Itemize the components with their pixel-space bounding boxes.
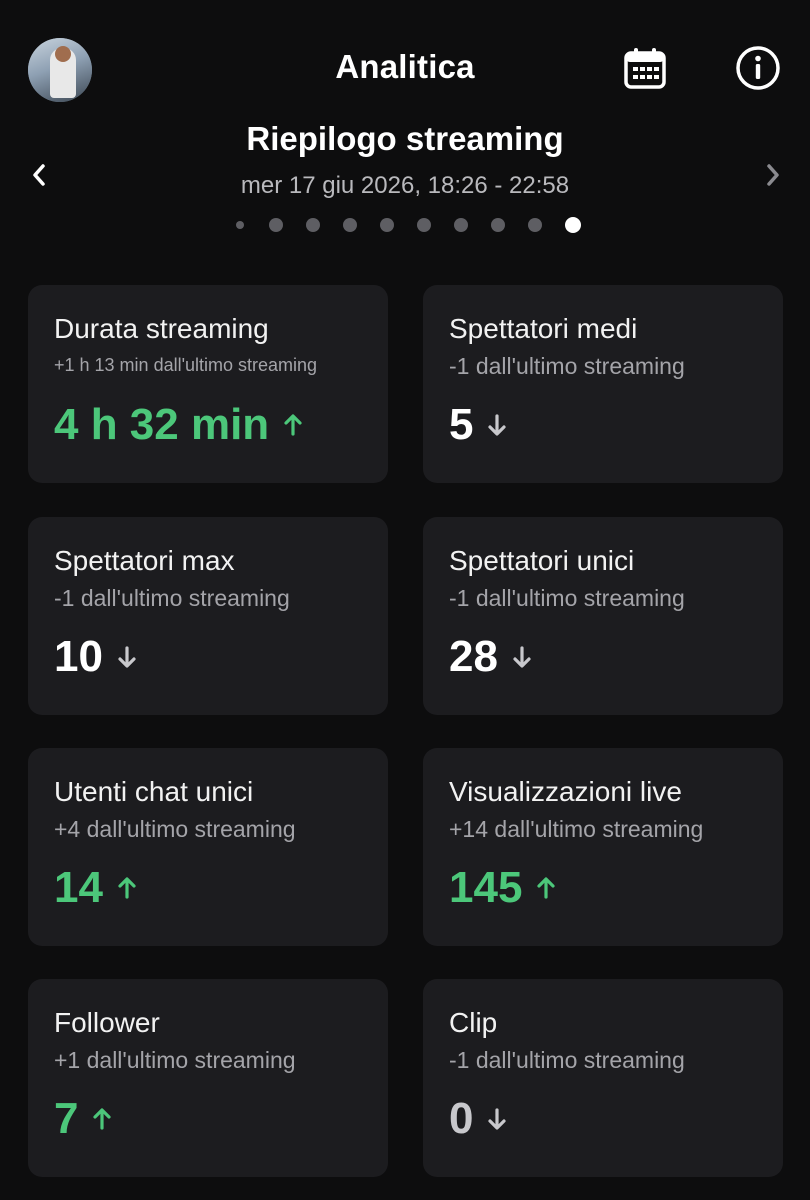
stat-value: 145 bbox=[449, 863, 523, 912]
page-dot[interactable] bbox=[417, 218, 431, 232]
stat-value: 10 bbox=[54, 632, 103, 681]
calendar-button[interactable] bbox=[621, 44, 669, 92]
arrow-down-icon bbox=[117, 643, 139, 671]
stat-card-unique-chatters[interactable]: Utenti chat unici +4 dall'ultimo streami… bbox=[28, 748, 388, 946]
arrow-up-icon bbox=[283, 411, 305, 439]
stat-card-avg-viewers[interactable]: Spettatori medi -1 dall'ultimo streaming… bbox=[423, 285, 783, 483]
stat-delta: -1 dall'ultimo streaming bbox=[54, 585, 290, 611]
page-dot[interactable] bbox=[343, 218, 357, 232]
stat-label: Follower bbox=[54, 1007, 160, 1038]
stat-value: 5 bbox=[449, 400, 474, 449]
stat-card-followers[interactable]: Follower +1 dall'ultimo streaming 7 bbox=[28, 979, 388, 1177]
stat-value: 4 h 32 min bbox=[54, 400, 270, 449]
stat-label: Spettatori max bbox=[54, 545, 235, 576]
stat-label: Spettatori medi bbox=[449, 313, 638, 344]
stat-label: Durata streaming bbox=[54, 313, 269, 344]
arrow-up-icon bbox=[92, 1105, 114, 1133]
stat-card-clips[interactable]: Clip -1 dall'ultimo streaming 0 bbox=[423, 979, 783, 1177]
stat-label: Spettatori unici bbox=[449, 545, 635, 576]
page-dot[interactable] bbox=[528, 218, 542, 232]
stream-date-range: mer 17 giu 2026, 18:26 - 22:58 bbox=[240, 172, 570, 199]
stat-delta: +1 h 13 min dall'ultimo streaming bbox=[54, 355, 318, 375]
stat-delta: +4 dall'ultimo streaming bbox=[54, 816, 296, 842]
stat-card-unique-viewers[interactable]: Spettatori unici -1 dall'ultimo streamin… bbox=[423, 517, 783, 715]
next-stream-button[interactable] bbox=[758, 160, 788, 190]
page-dot-active[interactable] bbox=[565, 217, 581, 233]
analytics-screen: Analitica Riepilogo streaming mer 17 giu… bbox=[0, 0, 810, 1200]
stat-value: 7 bbox=[54, 1094, 79, 1143]
page-dot[interactable] bbox=[491, 218, 505, 232]
stat-delta: +14 dall'ultimo streaming bbox=[449, 816, 704, 842]
stat-delta: -1 dall'ultimo streaming bbox=[449, 585, 685, 611]
page-dot[interactable] bbox=[269, 218, 283, 232]
page-dot[interactable] bbox=[380, 218, 394, 232]
arrow-down-icon bbox=[487, 411, 509, 439]
page-indicator bbox=[228, 214, 581, 236]
stat-card-max-viewers[interactable]: Spettatori max -1 dall'ultimo streaming … bbox=[28, 517, 388, 715]
stat-value: 14 bbox=[54, 863, 103, 912]
arrow-up-icon bbox=[536, 874, 558, 902]
stat-label: Visualizzazioni live bbox=[449, 776, 682, 807]
page-dot[interactable] bbox=[306, 218, 320, 232]
stat-value: 0 bbox=[449, 1094, 474, 1143]
stat-delta: -1 dall'ultimo streaming bbox=[449, 353, 685, 379]
stat-value: 28 bbox=[449, 632, 498, 681]
stat-delta: -1 dall'ultimo streaming bbox=[449, 1047, 685, 1073]
page-title: Analitica bbox=[335, 48, 475, 85]
info-icon bbox=[736, 46, 780, 90]
arrow-up-icon bbox=[117, 874, 139, 902]
page-dot[interactable] bbox=[454, 218, 468, 232]
calendar-icon bbox=[624, 48, 666, 89]
stat-card-live-views[interactable]: Visualizzazioni live +14 dall'ultimo str… bbox=[423, 748, 783, 946]
page-dot[interactable] bbox=[236, 221, 244, 229]
stat-label: Utenti chat unici bbox=[54, 776, 254, 807]
stat-label: Clip bbox=[449, 1007, 498, 1038]
info-button[interactable] bbox=[734, 44, 782, 92]
chevron-right-icon bbox=[767, 164, 779, 186]
summary-title: Riepilogo streaming bbox=[246, 120, 564, 157]
stat-card-duration[interactable]: Durata streaming +1 h 13 min dall'ultimo… bbox=[28, 285, 388, 483]
stat-delta: +1 dall'ultimo streaming bbox=[54, 1047, 296, 1073]
arrow-down-icon bbox=[512, 643, 534, 671]
arrow-down-icon bbox=[487, 1105, 509, 1133]
